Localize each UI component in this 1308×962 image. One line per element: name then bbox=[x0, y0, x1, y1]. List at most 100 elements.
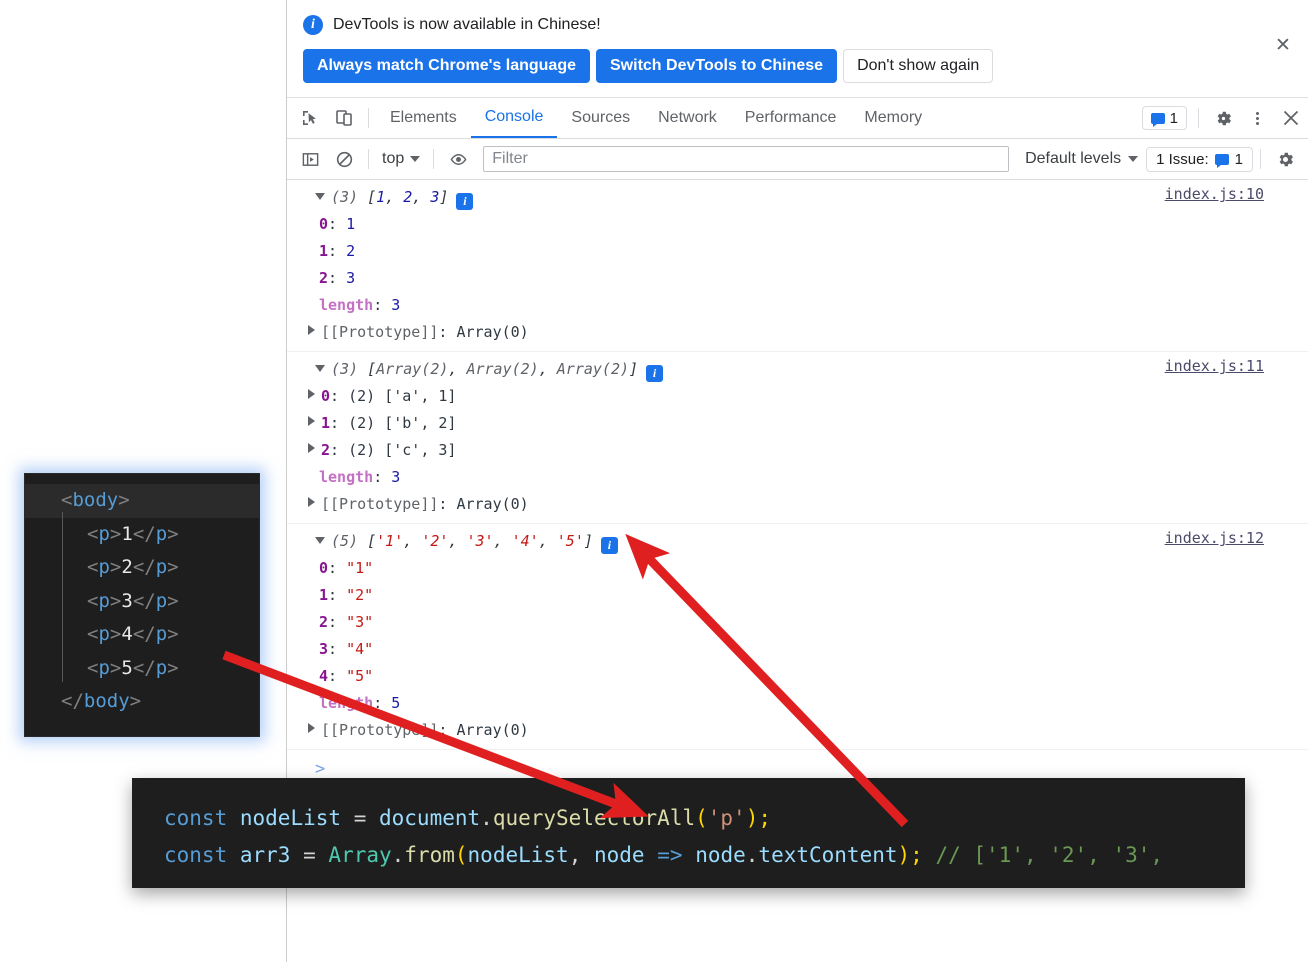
more-vertical-icon[interactable] bbox=[1240, 101, 1274, 135]
chevron-down-icon bbox=[1128, 156, 1139, 163]
message-bubble-icon bbox=[1150, 112, 1165, 127]
console-property-row[interactable]: 1: "2" bbox=[287, 582, 1308, 609]
close-icon[interactable]: ✕ bbox=[1270, 32, 1296, 58]
info-icon[interactable]: i bbox=[600, 537, 618, 555]
property-key: 0 bbox=[319, 559, 329, 578]
console-property-row[interactable]: 2: "3" bbox=[287, 609, 1308, 636]
console-property-row[interactable]: 0: "1" bbox=[287, 555, 1308, 582]
live-expression-icon[interactable] bbox=[441, 142, 475, 176]
info-icon: i bbox=[303, 15, 323, 35]
console-property-row[interactable]: 1: 2 bbox=[287, 238, 1308, 265]
console-property-row[interactable]: [[Prototype]]: Array(0) bbox=[287, 319, 1308, 346]
message-bubble-icon bbox=[1214, 153, 1229, 168]
tab-console[interactable]: Console bbox=[470, 98, 558, 139]
chevron-right-icon[interactable] bbox=[308, 325, 315, 336]
array-preview-token: '3' bbox=[466, 532, 494, 551]
console-property-row[interactable]: 0: (2) ['a', 1] bbox=[287, 383, 1308, 410]
console-group-header[interactable]: (5) ['1', '2', '3', '4', '5'] i bbox=[287, 528, 1308, 555]
property-value: Array(0) bbox=[456, 323, 529, 342]
chevron-right-icon[interactable] bbox=[308, 389, 315, 400]
property-value: (2) ['a', 1] bbox=[348, 387, 457, 406]
array-length-badge: (5) bbox=[331, 532, 368, 551]
array-preview-token: [ bbox=[367, 188, 377, 207]
console-sidebar-icon[interactable] bbox=[293, 142, 327, 176]
console-property-row[interactable]: length: 3 bbox=[287, 464, 1308, 491]
array-preview-token: ] bbox=[583, 532, 593, 551]
property-value: 2 bbox=[346, 242, 356, 261]
search-input[interactable]: Filter bbox=[483, 146, 1010, 173]
array-preview-token: 3 bbox=[430, 188, 440, 207]
console-message-group[interactable]: index.js:12 (5) ['1', '2', '3', '4', '5']… bbox=[287, 524, 1308, 751]
always-match-language-button[interactable]: Always match Chrome's language bbox=[303, 49, 590, 84]
tab-elements[interactable]: Elements bbox=[376, 98, 471, 138]
console-property-row[interactable]: 2: 3 bbox=[287, 265, 1308, 292]
property-key: 2 bbox=[319, 269, 329, 288]
dont-show-again-button[interactable]: Don't show again bbox=[843, 49, 994, 84]
property-separator: : bbox=[373, 296, 392, 315]
property-key: 1 bbox=[319, 586, 329, 605]
property-value: "4" bbox=[346, 640, 374, 659]
issues-status-button[interactable]: 1 Issue: 1 bbox=[1146, 146, 1253, 172]
property-key: 3 bbox=[319, 640, 329, 659]
source-link[interactable]: index.js:11 bbox=[1165, 357, 1264, 375]
switch-devtools-language-button[interactable]: Switch DevTools to Chinese bbox=[596, 49, 838, 84]
info-icon[interactable]: i bbox=[646, 365, 664, 383]
property-value: Array(0) bbox=[456, 721, 529, 740]
property-key: [[Prototype]] bbox=[321, 323, 439, 342]
issues-counter-button[interactable]: 1 bbox=[1141, 106, 1187, 131]
console-property-row[interactable]: length: 3 bbox=[287, 292, 1308, 319]
property-separator: : bbox=[328, 215, 347, 234]
console-property-row[interactable]: [[Prototype]]: Array(0) bbox=[287, 491, 1308, 518]
source-link[interactable]: index.js:10 bbox=[1165, 185, 1264, 203]
console-property-row[interactable]: 4: "5" bbox=[287, 663, 1308, 690]
chevron-right-icon[interactable] bbox=[308, 497, 315, 508]
tab-sources[interactable]: Sources bbox=[557, 98, 644, 138]
property-key: [[Prototype]] bbox=[321, 495, 439, 514]
toolbar-divider-2 bbox=[1198, 108, 1199, 129]
array-preview-token: Array(2) bbox=[466, 360, 539, 379]
console-property-row[interactable]: 0: 1 bbox=[287, 211, 1308, 238]
gear-icon[interactable] bbox=[1268, 142, 1302, 176]
chevron-down-icon[interactable] bbox=[315, 537, 325, 545]
html-snippet-line: </body> bbox=[61, 690, 142, 712]
log-levels-selector[interactable]: Default levels bbox=[1017, 150, 1146, 168]
tab-network[interactable]: Network bbox=[644, 98, 731, 138]
inspect-element-icon[interactable] bbox=[293, 101, 327, 135]
console-group-header[interactable]: (3) [Array(2), Array(2), Array(2)] i bbox=[287, 356, 1308, 383]
issues-label: 1 Issue: bbox=[1156, 150, 1209, 168]
device-toolbar-icon[interactable] bbox=[327, 101, 361, 135]
array-preview-token: ] bbox=[629, 360, 639, 379]
execution-context-selector[interactable]: top bbox=[376, 150, 426, 168]
js-snippet-card: const nodeList = document.querySelectorA… bbox=[132, 778, 1245, 888]
array-preview-token: Array(2) bbox=[376, 360, 449, 379]
console-group-header[interactable]: (3) [1, 2, 3] i bbox=[287, 184, 1308, 211]
property-separator: : bbox=[328, 586, 347, 605]
chevron-right-icon[interactable] bbox=[308, 416, 315, 427]
console-property-row[interactable]: 3: "4" bbox=[287, 636, 1308, 663]
filterbar-divider-3 bbox=[1260, 149, 1261, 170]
console-property-row[interactable]: 2: (2) ['c', 3] bbox=[287, 437, 1308, 464]
chevron-down-icon[interactable] bbox=[315, 365, 325, 373]
source-link[interactable]: index.js:12 bbox=[1165, 529, 1264, 547]
property-key: 0 bbox=[321, 387, 331, 406]
console-property-row[interactable]: [[Prototype]]: Array(0) bbox=[287, 717, 1308, 744]
tab-memory[interactable]: Memory bbox=[850, 98, 936, 138]
tab-performance[interactable]: Performance bbox=[731, 98, 851, 138]
console-message-group[interactable]: index.js:11 (3) [Array(2), Array(2), Arra… bbox=[287, 352, 1308, 525]
property-key: 0 bbox=[319, 215, 329, 234]
chevron-right-icon[interactable] bbox=[308, 443, 315, 454]
gear-icon[interactable] bbox=[1206, 101, 1240, 135]
chevron-right-icon[interactable] bbox=[308, 723, 315, 734]
property-separator: : bbox=[330, 441, 349, 460]
property-key: length bbox=[319, 296, 374, 315]
console-property-row[interactable]: 1: (2) ['b', 2] bbox=[287, 410, 1308, 437]
console-property-row[interactable]: length: 5 bbox=[287, 690, 1308, 717]
close-icon[interactable] bbox=[1274, 101, 1308, 135]
clear-console-icon[interactable] bbox=[327, 142, 361, 176]
chevron-down-icon[interactable] bbox=[315, 193, 325, 201]
info-icon[interactable]: i bbox=[456, 193, 474, 211]
property-key: length bbox=[319, 468, 374, 487]
array-preview-token: , bbox=[538, 360, 557, 379]
array-length-badge: (3) bbox=[331, 188, 368, 207]
console-message-group[interactable]: index.js:10 (3) [1, 2, 3] i 0: 11: 22: 3 len… bbox=[287, 180, 1308, 353]
